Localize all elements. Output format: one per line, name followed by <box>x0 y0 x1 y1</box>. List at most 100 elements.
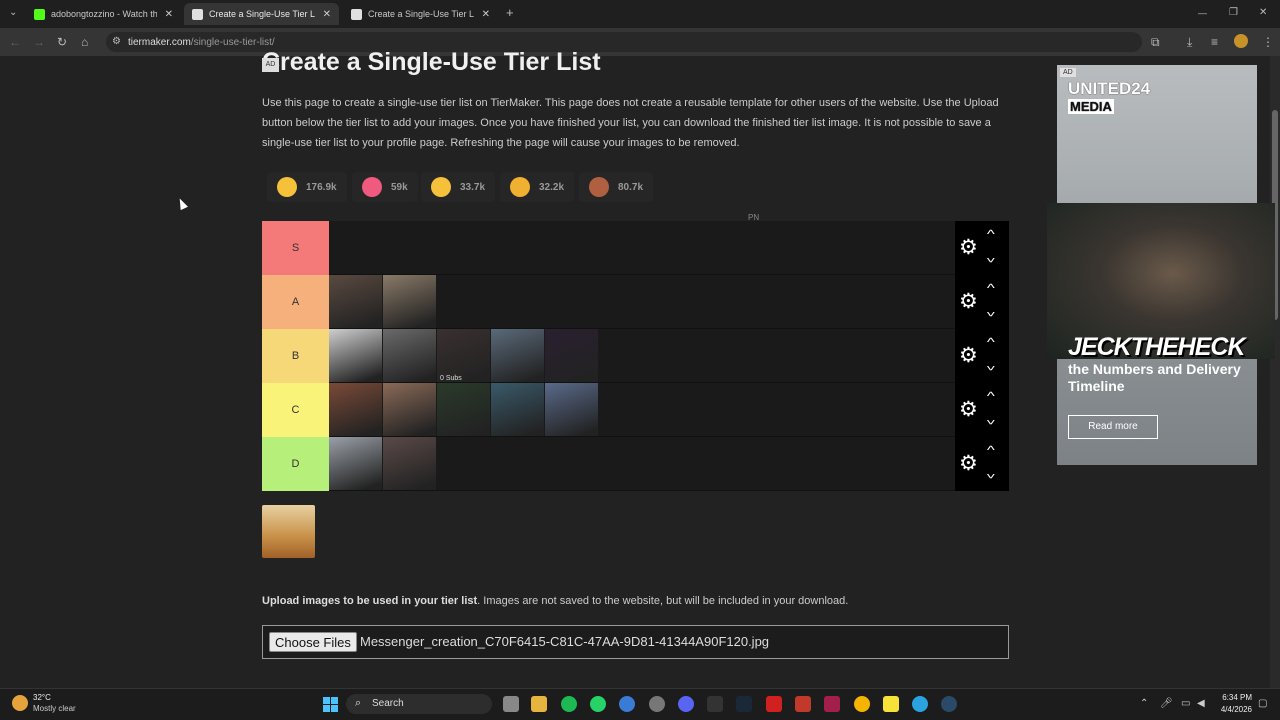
tiermaker-favicon-icon <box>351 8 362 20</box>
ad-read-more-button[interactable]: Read more <box>1068 415 1158 439</box>
taskbar-search[interactable] <box>346 694 492 714</box>
tier-controls: ⚙ ^ ^ <box>955 329 1009 383</box>
gear-icon[interactable]: ⚙ <box>959 290 978 314</box>
close-tab-icon[interactable]: ✕ <box>165 9 173 20</box>
network-icon[interactable]: ▭ <box>1181 698 1190 709</box>
site-info-icon[interactable]: ⚙ <box>112 34 121 50</box>
sticky-notes-icon[interactable] <box>883 696 899 712</box>
tier-item-image[interactable] <box>329 383 382 436</box>
chevron-up-icon[interactable]: ^ <box>987 389 995 403</box>
chevron-down-icon[interactable]: ^ <box>987 413 995 427</box>
volume-icon[interactable]: ◀ <box>1197 698 1205 709</box>
forward-icon[interactable]: → <box>33 34 45 50</box>
tier-controls: ⚙ ^ ^ <box>955 221 1009 275</box>
start-button[interactable] <box>323 697 338 712</box>
menu-icon[interactable]: ⋮ <box>1262 34 1274 50</box>
extensions-icon[interactable]: ⧉ <box>1151 34 1160 50</box>
taskbar-time[interactable]: 6:34 PM <box>1222 693 1252 702</box>
task-view-icon[interactable] <box>503 696 519 712</box>
tab-tiermaker-active[interactable]: Create a Single-Use Tier List (P ✕ <box>184 3 339 25</box>
steam-icon[interactable] <box>736 696 752 712</box>
ad-tag: AD <box>1060 68 1076 77</box>
tray-overflow-icon[interactable]: ⌃ <box>1140 698 1148 709</box>
reaction-heart-eyes[interactable]: 59k <box>352 172 418 202</box>
tab-tiermaker-2[interactable]: Create a Single-Use Tier List (P ✕ <box>343 3 498 25</box>
choose-files-button[interactable]: Choose Files <box>269 632 357 652</box>
minimize-button[interactable]: — <box>1198 5 1207 21</box>
close-tab-icon[interactable]: ✕ <box>482 9 490 20</box>
chevron-up-icon[interactable]: ^ <box>987 281 995 295</box>
tier-item-image[interactable] <box>329 275 382 328</box>
app-icon-pink[interactable] <box>824 696 840 712</box>
tier-item-image[interactable] <box>491 383 544 436</box>
app-icon-gray[interactable] <box>649 696 665 712</box>
tier-label[interactable]: C <box>262 383 329 437</box>
new-tab-button[interactable]: + <box>506 5 514 21</box>
reaction-poop[interactable]: 80.7k <box>579 172 654 202</box>
chevron-up-icon[interactable]: ^ <box>987 335 995 349</box>
gear-icon[interactable]: ⚙ <box>959 452 978 476</box>
media-control-icon[interactable]: ≡ <box>1211 34 1218 50</box>
gear-icon[interactable]: ⚙ <box>959 398 978 422</box>
gear-icon[interactable]: ⚙ <box>959 236 978 260</box>
reaction-smile[interactable]: 176.9k <box>267 172 347 202</box>
tier-item-image[interactable] <box>545 329 598 382</box>
reaction-praise-hands[interactable]: 32.2k <box>500 172 575 202</box>
gear-icon[interactable]: ⚙ <box>959 344 978 368</box>
tier-item-image[interactable] <box>437 383 490 436</box>
tier-item-image[interactable] <box>383 329 436 382</box>
epic-games-icon[interactable] <box>707 696 723 712</box>
weather-widget[interactable]: 32°C Mostly clear <box>12 692 102 718</box>
chevron-down-icon[interactable]: ^ <box>987 467 995 481</box>
tier-label[interactable]: B <box>262 329 329 383</box>
discord-icon[interactable] <box>678 696 694 712</box>
microphone-icon[interactable]: 🎤︎ <box>1160 698 1173 709</box>
taskbar <box>0 688 1280 720</box>
app-icon-blue[interactable] <box>619 696 635 712</box>
tier-item-image[interactable] <box>383 383 436 436</box>
tier-label[interactable]: A <box>262 275 329 329</box>
tier-item-image[interactable] <box>491 329 544 382</box>
telegram-icon[interactable] <box>912 696 928 712</box>
ad-headline: the Numbers and Delivery Timeline <box>1068 361 1241 394</box>
download-icon[interactable]: ⤓ <box>1187 34 1192 50</box>
tier-item-image[interactable] <box>383 437 436 490</box>
tier-label[interactable]: D <box>262 437 329 491</box>
spotify-icon[interactable] <box>561 696 577 712</box>
app-icon-red-2[interactable] <box>795 696 811 712</box>
profile-avatar-icon[interactable] <box>1234 34 1248 48</box>
reaction-laughing[interactable]: 33.7k <box>421 172 496 202</box>
tier-item-image[interactable] <box>383 275 436 328</box>
reload-icon[interactable]: ↻ <box>57 34 67 50</box>
file-input[interactable]: Choose Files Messenger_creation_C70F6415… <box>262 625 1009 659</box>
home-icon[interactable]: ⌂ <box>81 34 88 50</box>
url-text[interactable]: tiermaker.com/single-use-tier-list/ <box>128 37 275 48</box>
app-icon-red[interactable] <box>766 696 782 712</box>
tier-item-image[interactable] <box>329 437 382 490</box>
chevron-down-icon[interactable]: ^ <box>987 251 995 265</box>
chevron-down-icon[interactable]: ^ <box>987 305 995 319</box>
weather-icon <box>12 695 28 711</box>
close-tab-icon[interactable]: ✕ <box>323 9 331 20</box>
tier-item-image[interactable]: 0 Subs <box>437 329 490 382</box>
tier-item-image[interactable] <box>545 383 598 436</box>
tab-search-icon[interactable]: ⌄ <box>9 5 17 21</box>
back-icon[interactable]: ← <box>9 34 21 50</box>
chrome-icon[interactable] <box>854 696 870 712</box>
whatsapp-icon[interactable] <box>590 696 606 712</box>
tab-kick[interactable]: adobongtozzino - Watch the V ✕ <box>26 3 181 25</box>
chevron-up-icon[interactable]: ^ <box>987 227 995 241</box>
chevron-up-icon[interactable]: ^ <box>987 443 995 457</box>
unplaced-image-doge[interactable] <box>262 505 315 558</box>
maximize-button[interactable]: ❐ <box>1229 5 1238 21</box>
steam-icon-2[interactable] <box>941 696 957 712</box>
upload-instructions: Upload images to be used in your tier li… <box>262 595 849 607</box>
tier-item-image[interactable] <box>329 329 382 382</box>
tier-label[interactable]: S <box>262 221 329 275</box>
close-window-button[interactable]: ✕ <box>1259 5 1267 21</box>
chevron-down-icon[interactable]: ^ <box>987 359 995 373</box>
file-explorer-icon[interactable] <box>531 696 547 712</box>
search-icon: ⌕ <box>355 697 362 709</box>
notification-icon[interactable]: ▢ <box>1258 698 1267 709</box>
taskbar-date[interactable]: 4/4/2026 <box>1212 705 1252 714</box>
